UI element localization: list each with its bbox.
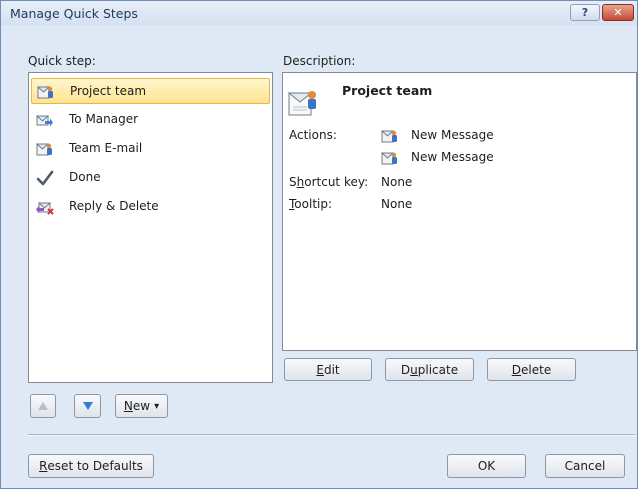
new-message-icon <box>381 130 397 143</box>
new-quick-step-button[interactable]: New ▾ <box>115 394 168 418</box>
reply-delete-icon <box>36 202 54 215</box>
quick-step-item-label: Reply & Delete <box>69 199 159 213</box>
arrow-down-icon <box>82 402 93 410</box>
arrow-up-icon <box>38 402 48 410</box>
delete-button[interactable]: Delete <box>487 358 576 381</box>
quick-step-list[interactable]: Project team To Manager Team E-mail Done… <box>28 72 273 383</box>
action-item-label: New Message <box>411 150 494 164</box>
quick-step-item-reply-delete[interactable]: Reply & Delete <box>31 194 270 220</box>
close-button[interactable]: ✕ <box>602 4 634 21</box>
quick-step-item-label: Team E-mail <box>69 141 143 155</box>
tooltip-value: None <box>381 197 413 211</box>
quick-step-item-to-manager[interactable]: To Manager <box>31 107 270 133</box>
action-item-label: New Message <box>411 128 494 142</box>
quick-step-item-done[interactable]: Done <box>31 165 270 191</box>
description-panel: Project team Actions: New Message New Me… <box>282 72 637 351</box>
team-email-icon <box>36 143 52 156</box>
duplicate-button[interactable]: Du plicate <box>385 358 474 381</box>
actions-label: Actions: <box>289 128 337 142</box>
reset-to-defaults-button[interactable]: Reset to Defaults <box>28 454 154 478</box>
quick-step-item-label: Done <box>69 170 101 184</box>
shortcut-key-value: None <box>381 175 413 189</box>
checkmark-icon <box>36 170 54 186</box>
cancel-button[interactable]: Cancel <box>545 454 625 478</box>
quick-step-item-label: Project team <box>70 84 147 98</box>
tooltip-label: Tooltip: <box>289 197 333 211</box>
new-message-icon <box>381 152 397 165</box>
manage-quick-steps-dialog: Manage Quick Steps ? ✕ Quick step: Descr… <box>0 0 638 489</box>
window-title: Manage Quick Steps <box>10 6 138 21</box>
quick-step-label: Quick step: <box>28 54 96 68</box>
title-bar[interactable]: Manage Quick Steps ? ✕ <box>1 1 637 25</box>
quick-step-item-project-team[interactable]: Project team <box>31 78 270 104</box>
team-email-icon <box>37 86 53 99</box>
quick-step-large-icon <box>287 91 316 116</box>
ok-button[interactable]: OK <box>447 454 526 478</box>
dropdown-arrow-icon: ▾ <box>154 400 160 412</box>
separator <box>28 434 635 436</box>
close-icon: ✕ <box>613 6 623 19</box>
help-button[interactable]: ? <box>570 4 600 21</box>
move-up-button[interactable] <box>30 394 56 418</box>
quick-step-name: Project team <box>342 83 433 98</box>
edit-button[interactable]: Edit <box>284 358 372 381</box>
description-label: Description: <box>283 54 356 68</box>
help-icon: ? <box>581 6 589 19</box>
shortcut-key-label: Shortcut key: <box>289 175 369 189</box>
forward-to-manager-icon <box>36 115 53 127</box>
move-down-button[interactable] <box>74 394 101 418</box>
quick-step-item-label: To Manager <box>69 112 139 126</box>
quick-step-item-team-email[interactable]: Team E-mail <box>31 136 270 162</box>
